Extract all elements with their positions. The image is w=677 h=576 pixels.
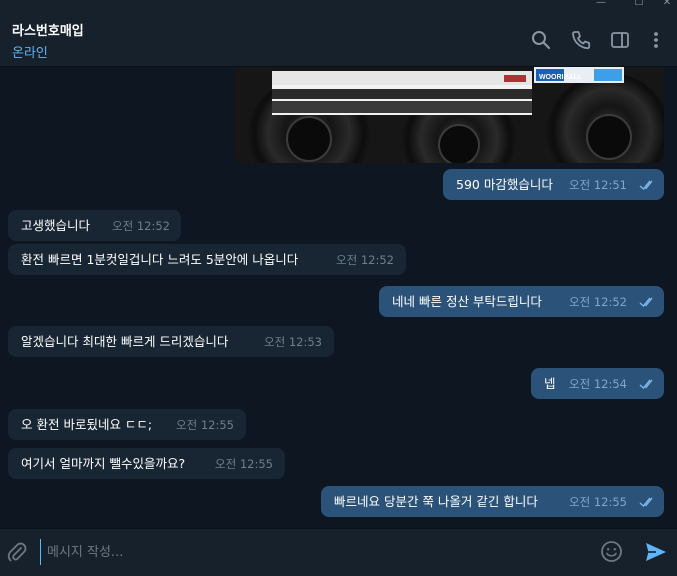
message-text: 알겠습니다 최대한 빠르게 드리겠습니다 xyxy=(21,334,229,349)
message-text: 고생했습니다 xyxy=(21,218,91,233)
message-incoming[interactable]: 환전 빠르면 1분컷일겁니다 느려도 5분안에 나옵니다 오전 12:52 xyxy=(8,244,406,275)
more-vertical-icon[interactable] xyxy=(645,29,667,51)
chat-title[interactable]: 라스번호매입 xyxy=(12,20,84,39)
message-time: 오전 12:55 xyxy=(569,495,627,509)
message-outgoing[interactable]: 빠르네요 당분간 쭉 나올거 같긴 합니다 오전 12:55 xyxy=(321,486,664,517)
message-time: 오전 12:54 xyxy=(569,377,627,391)
message-text: 오 환전 바로됬네요 ㄷㄷ; xyxy=(21,417,153,432)
read-checkmarks-icon xyxy=(639,180,653,190)
message-time: 오전 12:52 xyxy=(336,253,394,267)
message-incoming[interactable]: 알겠습니다 최대한 빠르게 드리겠습니다 오전 12:53 xyxy=(8,326,334,357)
close-icon[interactable]: ✕ xyxy=(660,0,674,9)
message-time: 오전 12:51 xyxy=(569,178,627,192)
photo-message[interactable]: WOORIBALL xyxy=(234,67,664,163)
read-checkmarks-icon xyxy=(639,497,653,507)
message-input[interactable] xyxy=(40,539,569,565)
paperclip-icon[interactable] xyxy=(6,541,28,567)
message-list[interactable]: WOORIBALL 590 마감했습니다 오전 12:51 고생했습니다 오전 … xyxy=(0,67,677,528)
minimize-icon[interactable]: — xyxy=(594,0,608,9)
message-text: 환전 빠르면 1분컷일겁니다 느려도 5분안에 나옵니다 xyxy=(21,252,299,267)
message-text: 빠르네요 당분간 쭉 나올거 같긴 합니다 xyxy=(334,494,538,509)
message-outgoing[interactable]: 넵 오전 12:54 xyxy=(531,368,664,399)
message-incoming[interactable]: 고생했습니다 오전 12:52 xyxy=(8,210,181,241)
wooriball-logo: WOORIBALL xyxy=(539,74,583,81)
message-time: 오전 12:52 xyxy=(569,295,627,309)
message-time: 오전 12:52 xyxy=(112,219,170,233)
message-composer xyxy=(0,528,677,576)
message-text: 여기서 얼마까지 뺄수있을까요? xyxy=(21,456,186,471)
speaker-screenshot-image: WOORIBALL xyxy=(234,67,664,163)
online-status: 온라인 xyxy=(12,46,48,61)
message-incoming[interactable]: 오 환전 바로됬네요 ㄷㄷ; 오전 12:55 xyxy=(8,409,246,440)
sidebar-toggle-icon[interactable] xyxy=(609,29,631,51)
message-time: 오전 12:55 xyxy=(176,418,234,432)
maximize-icon[interactable]: ☐ xyxy=(632,0,646,9)
message-incoming[interactable]: 여기서 얼마까지 뺄수있을까요? 오전 12:55 xyxy=(8,448,285,479)
message-text: 넵 xyxy=(544,376,556,391)
read-checkmarks-icon xyxy=(639,379,653,389)
search-icon[interactable] xyxy=(530,29,552,51)
send-icon[interactable] xyxy=(644,540,668,568)
chat-header: 라스번호매입 온라인 xyxy=(0,10,677,67)
message-text: 590 마감했습니다 xyxy=(456,177,553,192)
message-time: 오전 12:53 xyxy=(264,335,322,349)
message-text: 네네 빠른 정산 부탁드립니다 xyxy=(392,294,542,309)
message-outgoing[interactable]: 네네 빠른 정산 부탁드립니다 오전 12:52 xyxy=(379,286,664,317)
phone-icon[interactable] xyxy=(570,29,592,51)
message-outgoing[interactable]: 590 마감했습니다 오전 12:51 xyxy=(443,169,664,200)
message-time: 오전 12:55 xyxy=(215,457,273,471)
emoji-icon[interactable] xyxy=(600,540,623,567)
window-chrome: — ☐ ✕ xyxy=(0,0,677,10)
read-checkmarks-icon xyxy=(639,297,653,307)
